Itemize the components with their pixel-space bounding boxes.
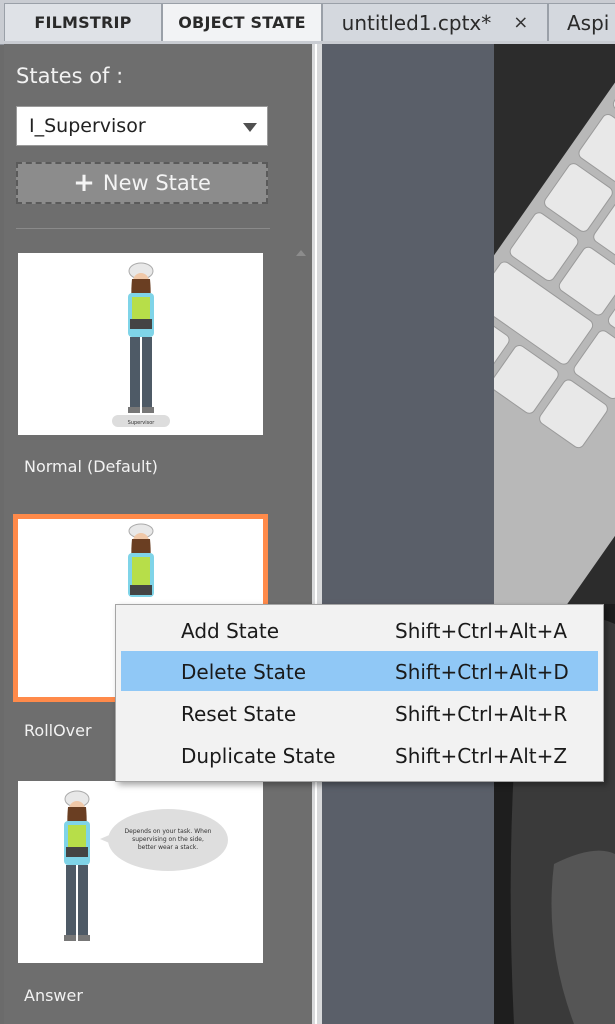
menu-item-shortcut: Shift+Ctrl+Alt+Z [395, 744, 568, 768]
figure-label: Supervisor [128, 420, 156, 426]
supervisor-figure: Supervisor [112, 262, 170, 427]
panel-divider [16, 228, 270, 229]
speech-bubble: Depends on your task. When supervising o… [108, 809, 228, 871]
tab-filmstrip[interactable]: FILMSTRIP [4, 3, 162, 41]
menu-item-shortcut: Shift+Ctrl+Alt+R [395, 702, 568, 726]
supervisor-figure-rollover [128, 523, 154, 597]
tab-document-2[interactable]: Aspi [548, 3, 615, 41]
slide-background-photo [494, 44, 615, 1024]
panel-splitter[interactable] [312, 44, 322, 1024]
states-of-label: States of : [16, 64, 124, 88]
menu-item-add-state[interactable]: Add State Shift+Ctrl+Alt+A [121, 610, 598, 650]
menu-item-label: Delete State [181, 660, 307, 684]
tab-document-title: untitled1.cptx* [341, 10, 492, 35]
keyboard-photo [494, 44, 615, 1024]
state-thumbnail-normal[interactable]: Supervisor [18, 253, 263, 435]
state-thumbnail-answer[interactable]: Depends on your task. When supervising o… [18, 781, 263, 963]
speech-bubble-text: Depends on your task. When supervising o… [124, 828, 212, 851]
supervisor-figure-answer [64, 790, 90, 941]
state-caption-normal: Normal (Default) [24, 457, 158, 476]
scroll-up-arrow-icon[interactable] [296, 250, 306, 256]
dropdown-selected-value: I_Supervisor [29, 115, 146, 137]
object-state-dropdown[interactable]: I_Supervisor [16, 106, 268, 146]
tab-object-state[interactable]: OBJECT STATE [162, 3, 322, 41]
stage-canvas [322, 44, 494, 1024]
menu-item-label: Duplicate State [181, 744, 336, 768]
state-context-menu: Add State Shift+Ctrl+Alt+A Delete State … [115, 604, 604, 782]
state-caption-rollover: RollOver [24, 721, 92, 740]
menu-item-label: Add State [181, 619, 280, 643]
panel-tab-bar: FILMSTRIP OBJECT STATE untitled1.cptx* ×… [0, 0, 615, 45]
state-caption-answer: Answer [24, 986, 83, 1005]
tab-document[interactable]: untitled1.cptx* × [322, 3, 548, 41]
speech-bubble-tail [100, 833, 114, 845]
menu-item-shortcut: Shift+Ctrl+Alt+A [395, 619, 568, 643]
menu-item-duplicate-state[interactable]: Duplicate State Shift+Ctrl+Alt+Z [121, 735, 598, 775]
close-icon[interactable]: × [513, 12, 528, 33]
new-state-label: New State [102, 171, 211, 195]
new-state-button[interactable]: + New State [16, 162, 268, 204]
menu-item-shortcut: Shift+Ctrl+Alt+D [395, 660, 569, 684]
menu-item-delete-state[interactable]: Delete State Shift+Ctrl+Alt+D [121, 651, 598, 691]
chevron-down-icon [243, 123, 257, 132]
menu-item-label: Reset State [181, 702, 297, 726]
menu-item-reset-state[interactable]: Reset State Shift+Ctrl+Alt+R [121, 693, 598, 733]
plus-icon: + [73, 168, 95, 198]
